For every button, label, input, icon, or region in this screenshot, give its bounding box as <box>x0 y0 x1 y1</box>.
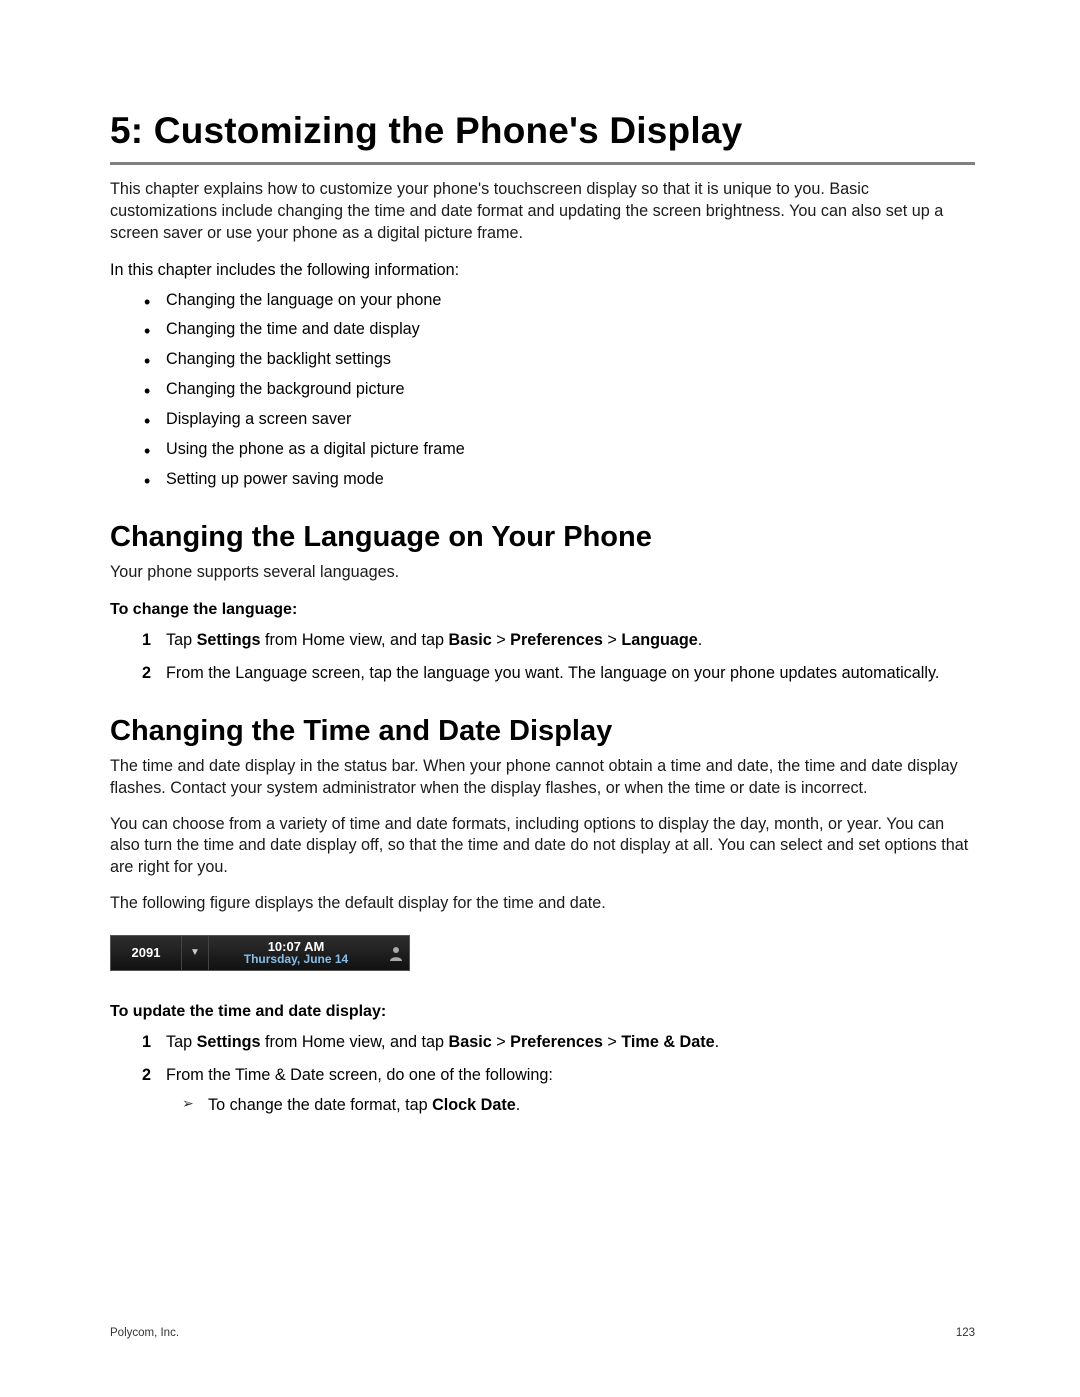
step-text: . <box>698 631 703 649</box>
breadcrumb-sep: > <box>492 1033 510 1051</box>
breadcrumb-sep: > <box>603 1033 621 1051</box>
chevron-down-icon: ▼ <box>182 936 209 970</box>
procedure-label-timedate: To update the time and date display: <box>110 1003 975 1021</box>
intro-paragraph-2: In this chapter includes the following i… <box>110 261 975 280</box>
document-page: 5: Customizing the Phone's Display This … <box>0 0 1080 1397</box>
section2-paragraph-1: The time and date display in the status … <box>110 756 975 800</box>
footer-company: Polycom, Inc. <box>110 1327 179 1339</box>
step-text: To change the date format, tap <box>208 1096 432 1114</box>
status-clock: 10:07 AM Thursday, June 14 <box>209 936 383 970</box>
sub-steps: To change the date format, tap Clock Dat… <box>166 1094 975 1117</box>
ui-settings: Settings <box>197 631 261 649</box>
breadcrumb-sep: > <box>492 631 510 649</box>
page-footer: Polycom, Inc. 123 <box>110 1327 975 1339</box>
status-extension: 2091 <box>111 936 182 970</box>
topic-list: Changing the language on your phone Chan… <box>110 290 975 491</box>
footer-page-number: 123 <box>956 1327 975 1339</box>
phone-status-bar-figure: 2091 ▼ 10:07 AM Thursday, June 14 <box>110 935 410 971</box>
status-time: 10:07 AM <box>268 940 325 954</box>
ui-basic: Basic <box>449 631 492 649</box>
ui-preferences: Preferences <box>510 1033 603 1051</box>
step-text: Tap <box>166 631 197 649</box>
section1-paragraph: Your phone supports several languages. <box>110 562 975 584</box>
ui-basic: Basic <box>449 1033 492 1051</box>
list-item: Changing the background picture <box>166 379 975 401</box>
ui-language: Language <box>621 631 697 649</box>
list-item: Changing the backlight settings <box>166 349 975 371</box>
list-item: Displaying a screen saver <box>166 409 975 431</box>
step-item: From the Language screen, tap the langua… <box>152 662 975 685</box>
steps-language: Tap Settings from Home view, and tap Bas… <box>110 629 975 684</box>
chapter-title: 5: Customizing the Phone's Display <box>110 110 975 165</box>
ui-clock-date: Clock Date <box>432 1096 516 1114</box>
status-date: Thursday, June 14 <box>244 953 348 966</box>
step-item: Tap Settings from Home view, and tap Bas… <box>152 1031 975 1054</box>
steps-timedate: Tap Settings from Home view, and tap Bas… <box>110 1031 975 1117</box>
avatar-icon <box>383 936 409 970</box>
section2-paragraph-2: You can choose from a variety of time an… <box>110 814 975 880</box>
ui-preferences: Preferences <box>510 631 603 649</box>
step-text: Tap <box>166 1033 197 1051</box>
section-heading-timedate: Changing the Time and Date Display <box>110 715 975 748</box>
step-text: . <box>516 1096 521 1114</box>
ui-time-date: Time & Date <box>621 1033 714 1051</box>
breadcrumb-sep: > <box>603 631 621 649</box>
list-item: Using the phone as a digital picture fra… <box>166 439 975 461</box>
step-text: from Home view, and tap <box>260 631 448 649</box>
intro-paragraph-1: This chapter explains how to customize y… <box>110 179 975 245</box>
list-item: Setting up power saving mode <box>166 469 975 491</box>
list-item: Changing the language on your phone <box>166 290 975 312</box>
procedure-label-language: To change the language: <box>110 601 975 619</box>
ui-settings: Settings <box>197 1033 261 1051</box>
step-text: from Home view, and tap <box>260 1033 448 1051</box>
step-item: From the Time & Date screen, do one of t… <box>152 1064 975 1117</box>
sub-step-item: To change the date format, tap Clock Dat… <box>190 1094 975 1117</box>
step-item: Tap Settings from Home view, and tap Bas… <box>152 629 975 652</box>
list-item: Changing the time and date display <box>166 319 975 341</box>
step-text: From the Time & Date screen, do one of t… <box>166 1066 553 1084</box>
section2-paragraph-3: The following figure displays the defaul… <box>110 893 975 915</box>
section-heading-language: Changing the Language on Your Phone <box>110 521 975 554</box>
step-text: . <box>715 1033 720 1051</box>
